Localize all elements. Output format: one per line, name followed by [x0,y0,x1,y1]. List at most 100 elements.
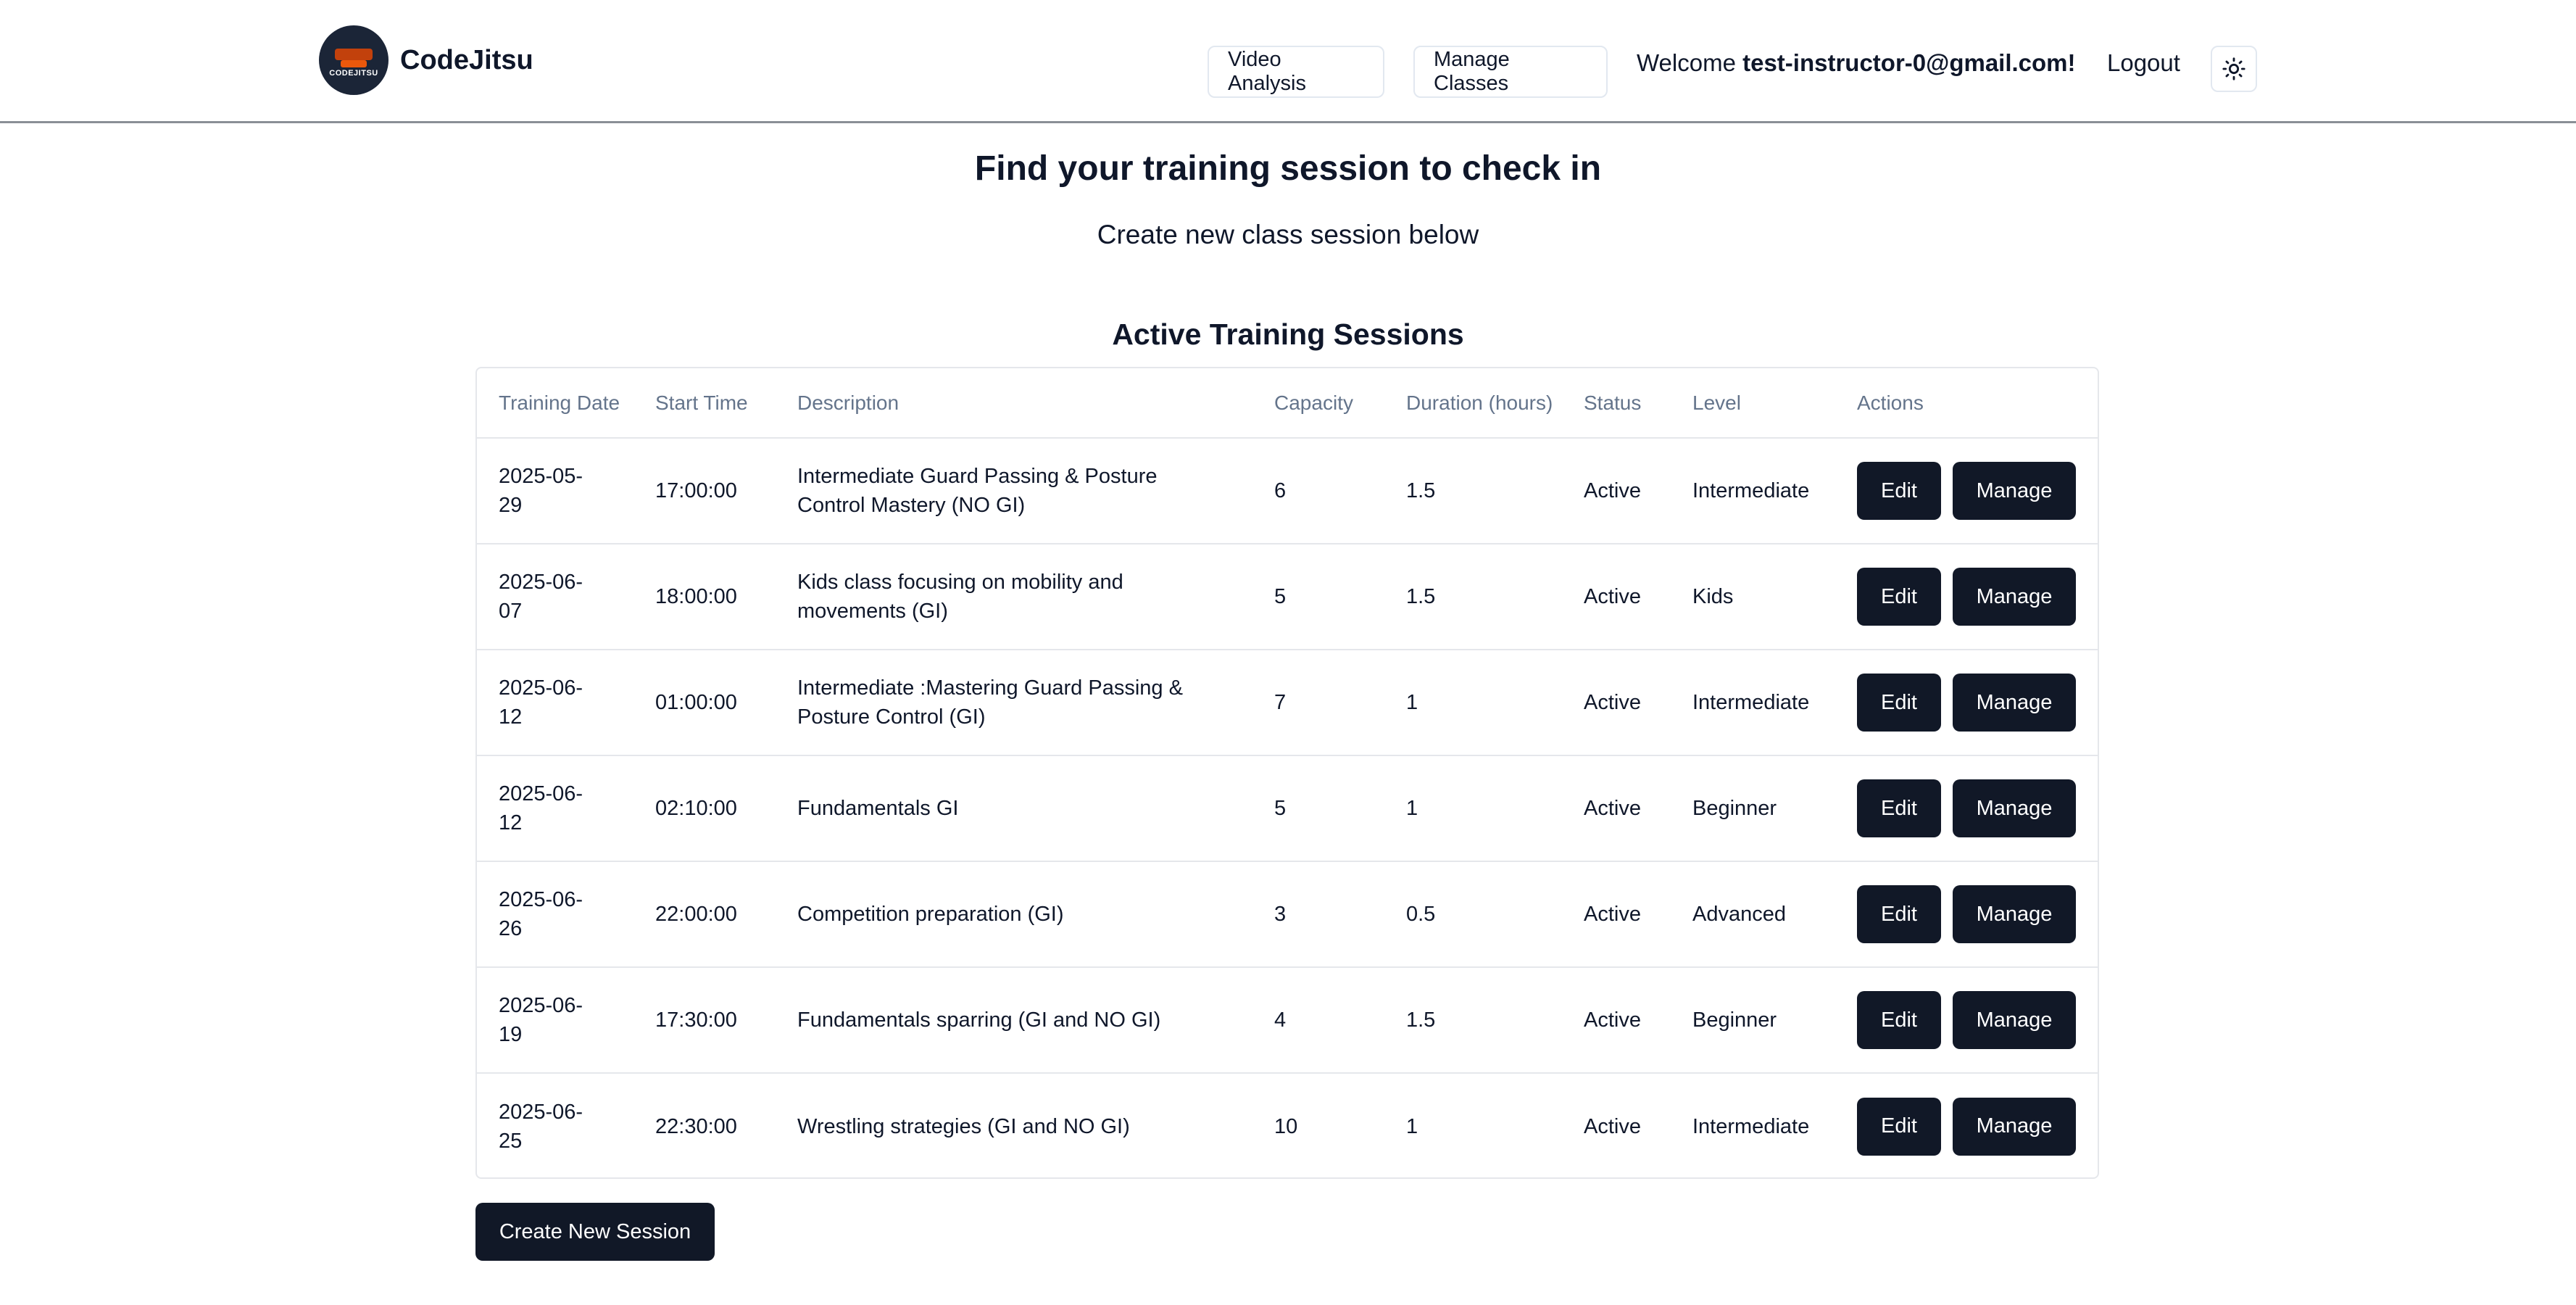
level-cell: Intermediate [1671,650,1835,756]
description-cell: Intermediate Guard Passing & Posture Con… [776,438,1252,544]
duration-cell: 1 [1406,1114,1418,1138]
table-row: 2025-05-29 17:00:00 Intermediate Guard Pas… [477,438,2098,544]
level-cell: Kids [1671,544,1835,650]
logo-belt-knot-shape [341,60,367,67]
training-date-cell: 2025-05-29 [477,438,633,544]
start-time-cell: 17:30:00 [633,967,776,1074]
duration-cell: 1.5 [1384,438,1562,544]
table-header-row: Training Date Start Time Description Capaci… [477,368,2098,439]
welcome-prefix: Welcome [1637,49,1736,76]
edit-button[interactable]: Edit [1857,674,1941,732]
table-row: 2025-06-25 22:30:00 Wrestling strategies (… [477,1073,2098,1177]
capacity-cell: 6 [1252,438,1384,544]
training-date-cell: 2025-06-19 [477,967,633,1074]
user-email: test-instructor-0@gmail.com! [1742,49,2076,76]
duration-cell: 1.5 [1384,544,1562,650]
manage-button[interactable]: Manage [1953,568,2076,626]
description-cell: Fundamentals sparring (GI and NO GI) [776,967,1252,1074]
edit-button[interactable]: Edit [1857,462,1941,520]
table-row: 2025-06-26 22:00:00 Competition preparatio… [477,861,2098,968]
actions-cell: Edit Manage [1835,861,2098,968]
column-header: Duration (hours) [1384,368,1562,439]
capacity-cell: 3 [1252,861,1384,968]
manage-button[interactable]: Manage [1953,1097,2076,1156]
edit-button[interactable]: Edit [1857,1097,1941,1156]
logo-belt-shape [335,49,373,60]
logout-link[interactable]: Logout [2107,49,2180,77]
section-title: Active Training Sessions [1112,318,1464,351]
status-cell: Active [1584,1114,1641,1138]
table-row: 2025-06-07 18:00:00 Kids class focusing on… [477,544,2098,650]
logo-text: CODEJITSU [329,69,378,78]
column-header: Start Time [633,368,776,439]
table-row: 2025-06-19 17:30:00 Fundamentals sparring … [477,967,2098,1074]
brand-name: CodeJitsu [400,44,533,75]
training-date-cell: 2025-06-26 [477,861,633,968]
brand[interactable]: CODEJITSU CodeJitsu [319,25,533,95]
level-cell: Intermediate [1692,1114,1810,1138]
start-time-cell: 02:10:00 [633,755,776,862]
column-header: Level [1671,368,1835,439]
capacity-cell: 5 [1252,544,1384,650]
manage-button[interactable]: Manage [1953,991,2076,1049]
description-cell: Kids class focusing on mobility and move… [776,544,1252,650]
start-time-cell: 18:00:00 [633,544,776,650]
edit-button[interactable]: Edit [1857,991,1941,1049]
codejitsu-logo: CODEJITSU [319,25,389,95]
start-time-cell: 01:00:00 [633,650,776,756]
top-navbar: CODEJITSU CodeJitsu Video Analysis Manag… [0,0,2576,123]
training-date-cell: 2025-06-12 [477,755,633,862]
actions-cell: Edit Manage [1835,1073,2098,1177]
video-analysis-button[interactable]: Video Analysis [1208,46,1384,98]
column-header: Capacity [1252,368,1384,439]
level-cell: Intermediate [1671,438,1835,544]
actions-cell: Edit Manage [1835,650,2098,756]
edit-button[interactable]: Edit [1857,568,1941,626]
duration-cell: 1 [1384,755,1562,862]
actions-cell: Edit Manage [1835,544,2098,650]
actions-cell: Edit Manage [1835,755,2098,862]
column-header: Description [776,368,1252,439]
manage-button[interactable]: Manage [1953,779,2076,837]
edit-button[interactable]: Edit [1857,779,1941,837]
column-header: Actions [1835,368,2098,439]
status-cell: Active [1562,650,1671,756]
capacity-cell: 5 [1252,755,1384,862]
column-header: Status [1562,368,1671,439]
start-time-cell: 17:00:00 [633,438,776,544]
status-cell: Active [1562,438,1671,544]
duration-cell: 1 [1384,650,1562,756]
manage-classes-button[interactable]: Manage Classes [1413,46,1608,98]
page-subtitle: Create new class session below [1097,220,1479,249]
table-header: Training Date Start Time Description Capaci… [477,368,2098,439]
actions-cell: Edit Manage [1835,438,2098,544]
table-body: 2025-05-29 17:00:00 Intermediate Guard Pas… [477,438,2098,1177]
page-title: Find your training session to check in [974,149,1602,188]
table-row: 2025-06-12 02:10:00 Fundamentals GI 5 1 Activ… [477,755,2098,862]
capacity-cell: 7 [1252,650,1384,756]
duration-cell: 0.5 [1384,861,1562,968]
column-header: Training Date [477,368,633,439]
level-cell: Beginner [1671,967,1835,1074]
training-date-cell: 2025-06-12 [477,650,633,756]
welcome-message: Welcome test-instructor-0@gmail.com! [1637,49,2076,77]
status-cell: Active [1562,967,1671,1074]
sessions-table: Training Date Start Time Description Capaci… [477,368,2098,1177]
table-row: 2025-06-12 01:00:00 Intermediate :Masterin… [477,650,2098,756]
manage-button[interactable]: Manage [1953,885,2076,943]
sun-icon [2222,57,2245,80]
create-new-session-button[interactable]: Create New Session [475,1203,715,1261]
start-time-cell: 22:00:00 [633,861,776,968]
description-cell: Competition preparation (GI) [776,861,1252,968]
theme-toggle-button[interactable] [2211,46,2257,92]
manage-button[interactable]: Manage [1953,674,2076,732]
duration-cell: 1.5 [1384,967,1562,1074]
level-cell: Beginner [1671,755,1835,862]
description-cell: Intermediate :Mastering Guard Passing & … [776,650,1252,756]
capacity-cell: 10 [1274,1114,1298,1138]
status-cell: Active [1562,544,1671,650]
start-time-cell: 22:30:00 [655,1114,737,1138]
training-date-cell: 2025-06-25 [499,1100,583,1153]
manage-button[interactable]: Manage [1953,462,2076,520]
edit-button[interactable]: Edit [1857,885,1941,943]
